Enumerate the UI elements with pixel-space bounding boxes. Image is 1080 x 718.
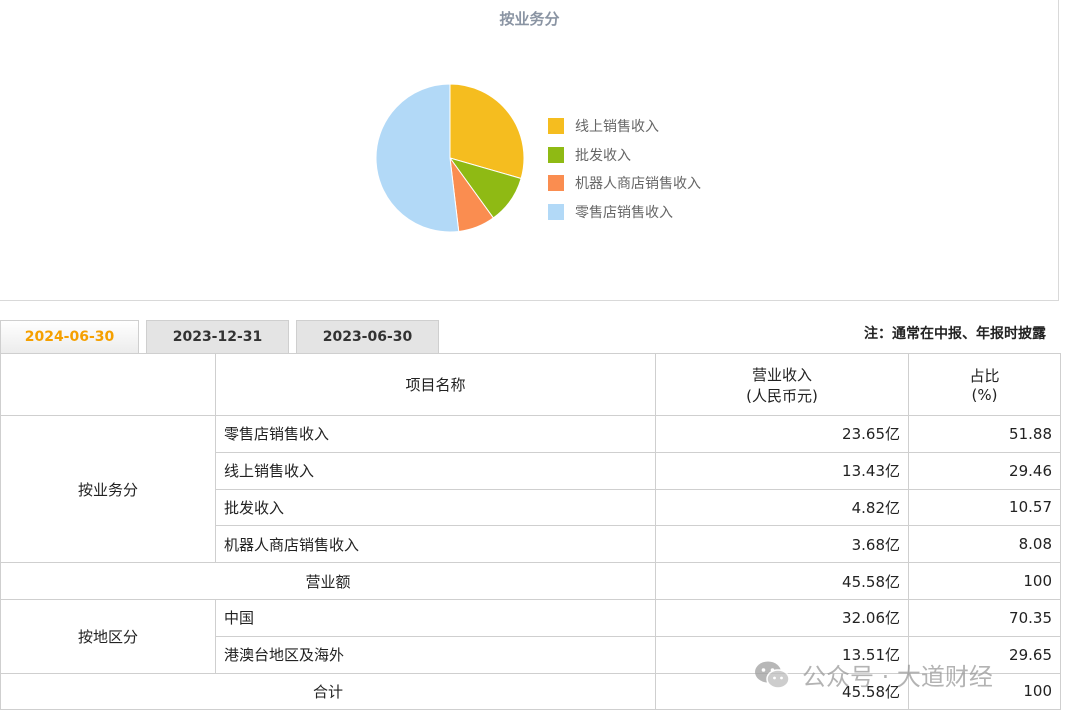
chart-legend: 线上销售收入 批发收入机器人商店销售收入 零售店销售收入 xyxy=(548,112,701,226)
legend-item-2: 机器人商店销售收入 xyxy=(548,169,701,198)
table-row: 按地区分 中国 32.06亿 70.35 xyxy=(0,598,1061,674)
chart-panel: 按业务分 线上销售收入 批发收入机器人商店销售收入 零售店销售收入 xyxy=(0,0,1059,301)
row-name: 港澳台地区及海外 xyxy=(215,635,656,674)
header-revenue: 营业收入 (人民币元) xyxy=(655,353,909,416)
table-row: 按业务分 零售店销售收入 23.65亿 51.88 xyxy=(0,414,1061,564)
row-name: 机器人商店销售收入 xyxy=(215,525,656,564)
total-label: 合计 xyxy=(0,672,656,711)
table-header-row: 项目名称 营业收入 (人民币元) 占比 (%) xyxy=(0,353,1061,416)
row-name: 批发收入 xyxy=(215,488,656,527)
watermark: 公众号 · 大道财经 xyxy=(754,657,993,692)
row-revenue: 23.65亿 xyxy=(655,415,909,453)
tab-2024-06-30[interactable]: 2024-06-30 xyxy=(0,320,139,353)
row-revenue: 3.68亿 xyxy=(655,525,909,564)
disclosure-note: 注：通常在中报、年报时披露 xyxy=(864,326,1046,342)
group-business: 按业务分 xyxy=(0,414,216,564)
legend-swatch xyxy=(548,175,564,192)
row-ratio: 8.08 xyxy=(908,525,1061,564)
chart-title: 按业务分 xyxy=(499,10,560,28)
legend-label: 零售店销售收入 xyxy=(575,204,673,221)
row-revenue: 32.06亿 xyxy=(655,598,909,637)
row-ratio: 29.46 xyxy=(908,451,1061,490)
row-ratio: 70.35 xyxy=(908,598,1061,637)
legend-item-1: 批发收入 xyxy=(548,141,701,170)
row-ratio: 51.88 xyxy=(908,415,1061,453)
header-blank xyxy=(0,353,216,416)
header-ratio: 占比 (%) xyxy=(908,353,1061,416)
row-revenue: 4.82亿 xyxy=(655,488,909,527)
tab-2023-12-31[interactable]: 2023-12-31 xyxy=(146,320,289,353)
row-name: 中国 xyxy=(215,598,656,637)
group-region: 按地区分 xyxy=(0,598,216,674)
watermark-text: 公众号 · 大道财经 xyxy=(802,663,993,691)
subtotal-ratio: 100 xyxy=(908,562,1061,600)
pie-slice-3 xyxy=(375,83,460,233)
row-revenue: 13.43亿 xyxy=(655,451,909,490)
header-item-name: 项目名称 xyxy=(215,353,656,416)
row-name: 线上销售收入 xyxy=(215,451,656,490)
legend-label: 线上销售收入 xyxy=(575,119,659,136)
legend-item-0: 线上销售收入 xyxy=(548,112,701,141)
legend-swatch xyxy=(548,203,564,220)
subtotal-label: 营业额 xyxy=(0,562,656,600)
legend-label: 机器人商店销售收入 xyxy=(575,176,701,193)
legend-swatch xyxy=(548,118,564,135)
pie-chart xyxy=(375,83,525,233)
legend-label: 批发收入 xyxy=(575,147,631,164)
wechat-icon xyxy=(755,661,790,689)
tab-2023-06-30[interactable]: 2023-06-30 xyxy=(296,320,439,353)
row-name: 零售店销售收入 xyxy=(215,415,656,453)
subtotal-revenue: 45.58亿 xyxy=(655,562,909,600)
subtotal-row: 营业额 45.58亿 100 xyxy=(0,562,1061,600)
row-ratio: 10.57 xyxy=(908,488,1061,527)
legend-swatch xyxy=(548,146,564,163)
legend-item-3: 零售店销售收入 xyxy=(548,198,701,227)
